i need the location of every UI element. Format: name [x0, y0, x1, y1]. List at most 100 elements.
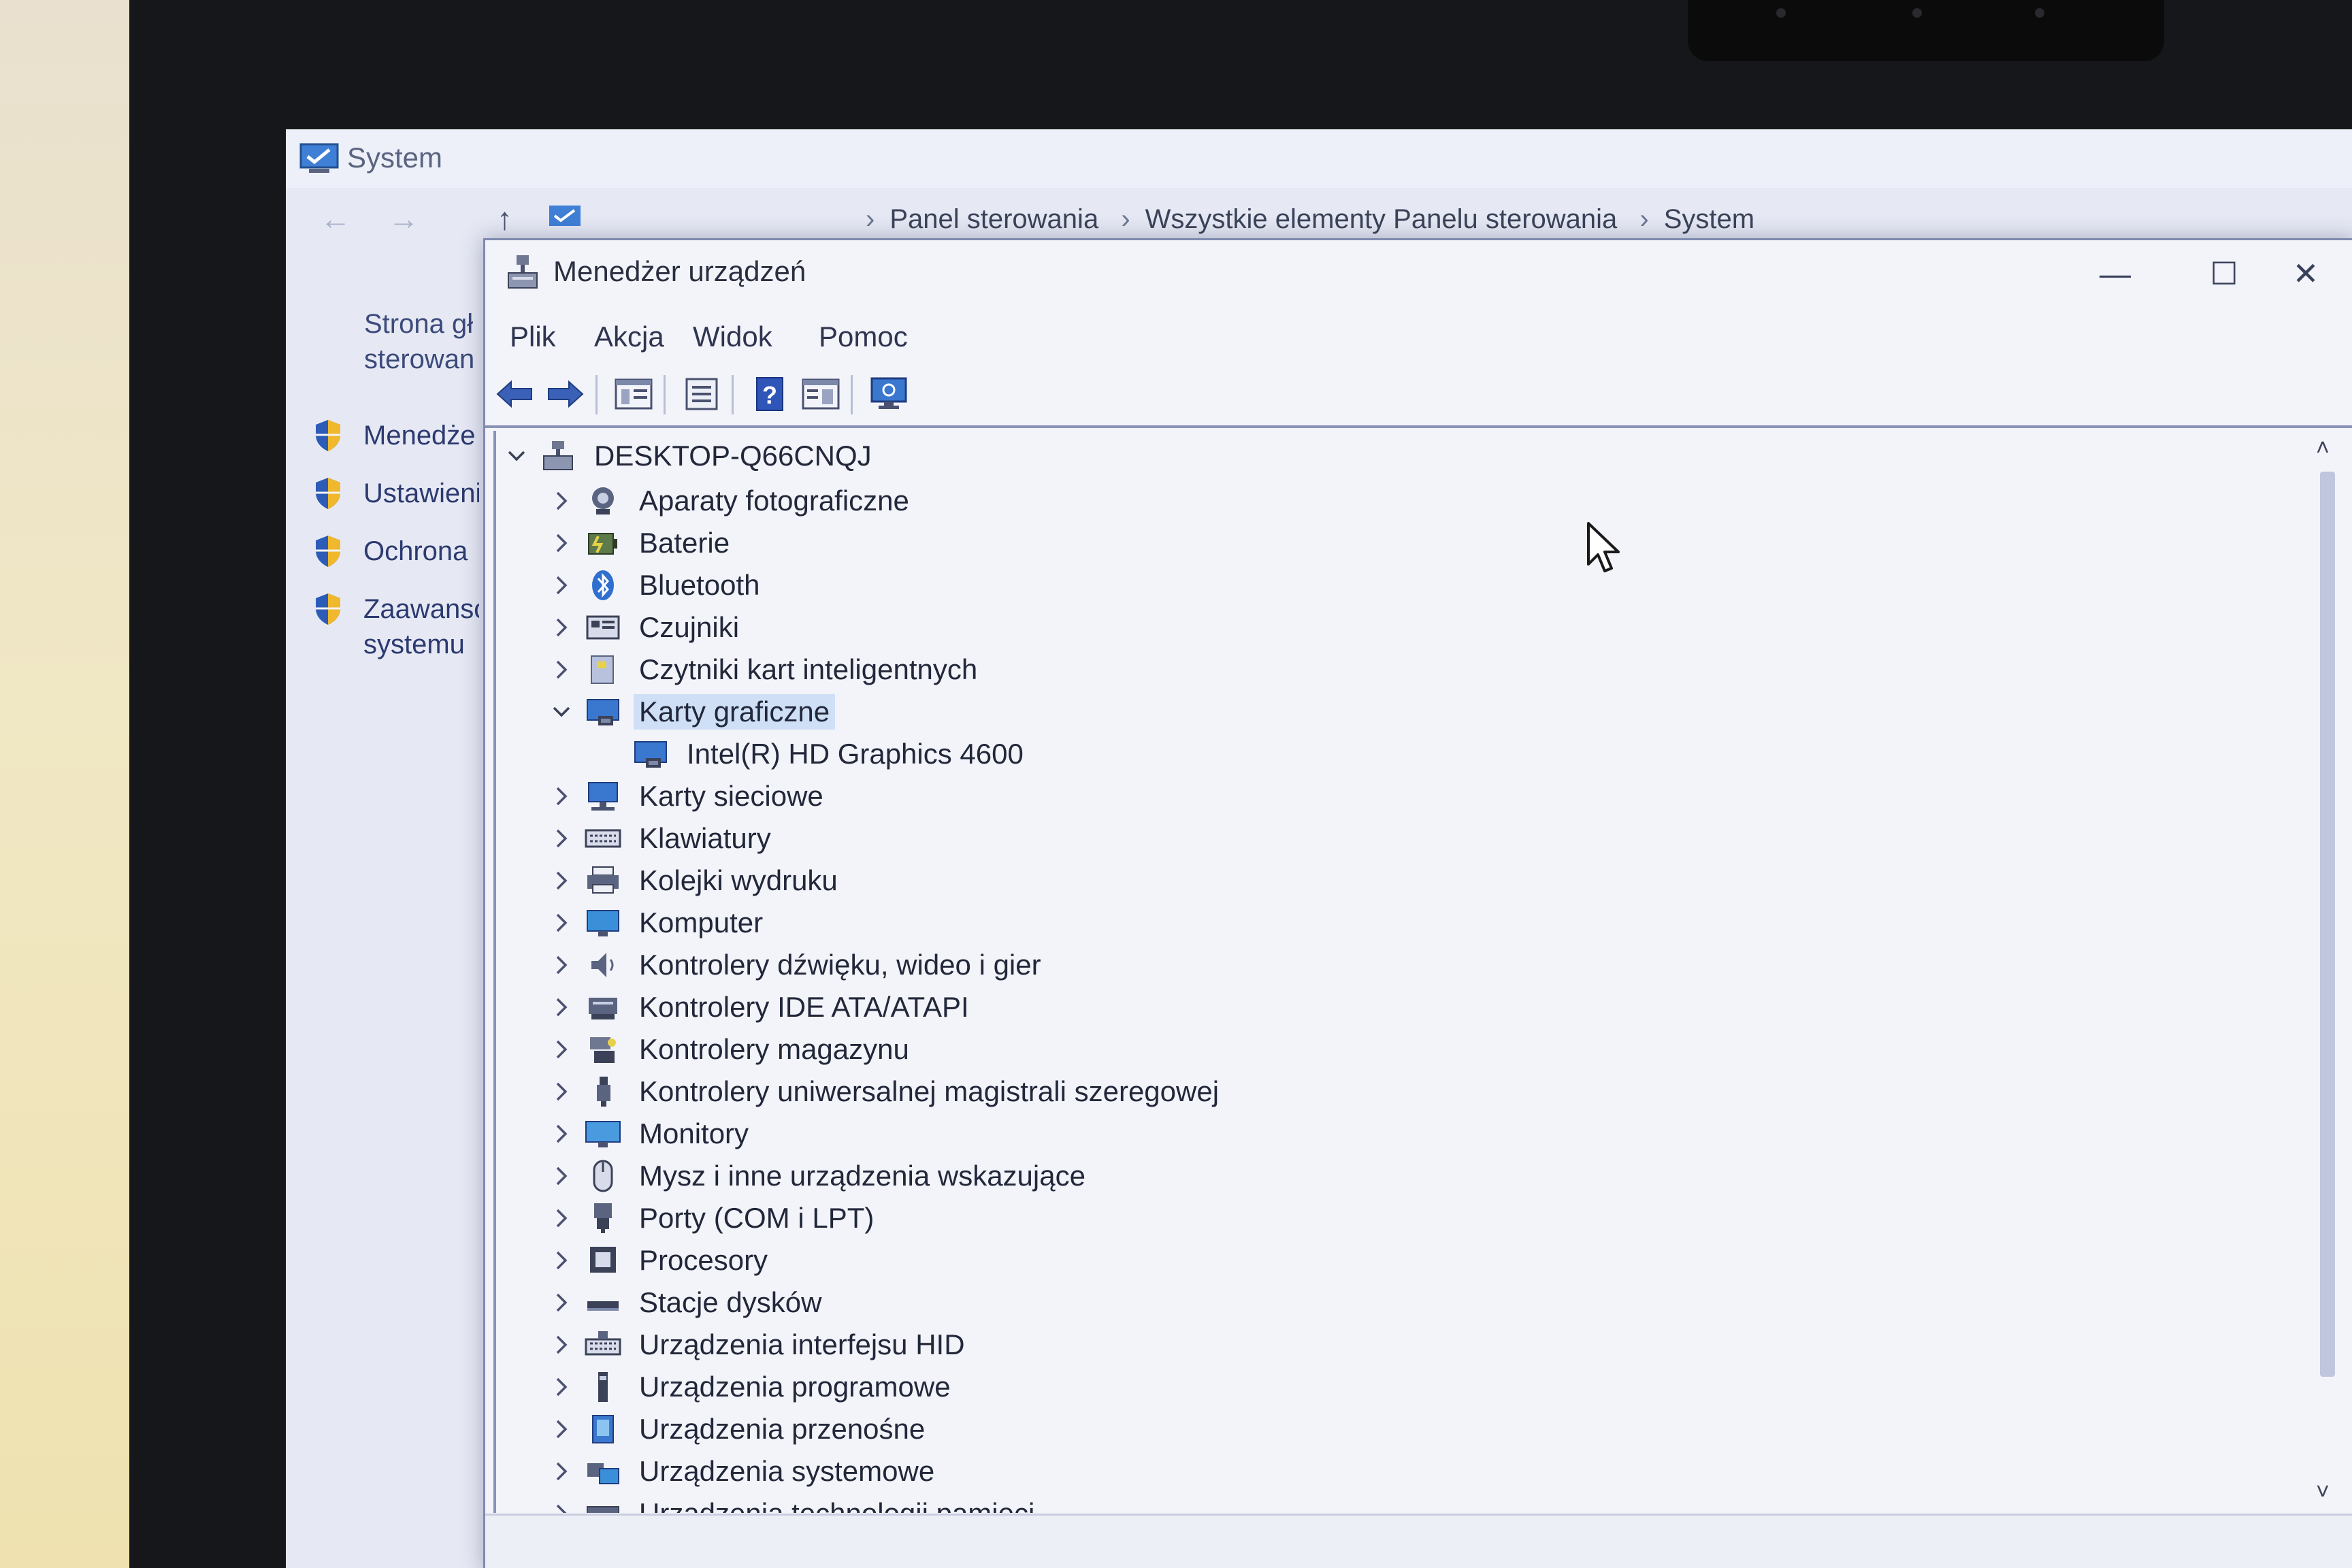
system-protection-link[interactable]: Ochrona: [313, 534, 479, 575]
chevron-right-icon[interactable]: [548, 1500, 575, 1513]
tree-category-ide[interactable]: Kontrolery IDE ATA/ATAPI: [548, 987, 975, 1027]
chevron-right-icon[interactable]: [548, 1078, 575, 1105]
tree-category-mouse[interactable]: Mysz i inne urządzenia wskazujące: [548, 1156, 1091, 1196]
action-view-icon[interactable]: [798, 374, 843, 414]
tree-category-storage[interactable]: Kontrolery magazynu: [548, 1030, 915, 1069]
portable-device-icon: [592, 1415, 614, 1443]
tree-category-label: Stacje dysków: [639, 1286, 822, 1318]
display-adapter-icon: [634, 741, 667, 768]
properties-icon[interactable]: [679, 374, 724, 414]
svg-text:?: ?: [762, 381, 777, 409]
advanced-settings-link-line2[interactable]: systemu: [363, 630, 465, 670]
tree-category-port[interactable]: Porty (COM i LPT): [548, 1198, 879, 1238]
menu-view[interactable]: Widok: [693, 321, 772, 353]
chevron-right-icon[interactable]: [548, 951, 575, 979]
system-window-titlebar: System: [286, 129, 2352, 188]
chevron-right-icon[interactable]: [548, 909, 575, 936]
tree-category-processor[interactable]: Procesory: [548, 1241, 773, 1280]
device-manager-icon: [508, 255, 538, 289]
tree-category-printer[interactable]: Kolejki wydruku: [548, 861, 843, 900]
chevron-right-icon[interactable]: [548, 656, 575, 683]
help-icon[interactable]: ?: [747, 374, 792, 414]
tree-category-disk[interactable]: Stacje dysków: [548, 1283, 827, 1322]
tree-category-display-adapter[interactable]: Karty graficzne: [548, 692, 836, 732]
tree-category-monitor[interactable]: Monitory: [548, 1114, 754, 1154]
device-manager-window: Menedżer urządzeń — ☐ ✕ Plik Akcja Widok…: [483, 238, 2352, 1568]
chevron-right-icon[interactable]: [548, 1416, 575, 1443]
chevron-right-icon[interactable]: [548, 1458, 575, 1485]
chevron-right-icon[interactable]: [548, 487, 575, 514]
chevron-right-icon[interactable]: [548, 1120, 575, 1147]
tree-category-memory[interactable]: Urządzenia technologii pamięci: [548, 1494, 1040, 1513]
monitor-scan-icon[interactable]: [866, 374, 911, 414]
scroll-up-arrow-icon[interactable]: ˄: [2316, 435, 2330, 461]
chevron-right-icon[interactable]: [548, 1289, 575, 1316]
chevron-right-icon[interactable]: [548, 1036, 575, 1063]
tree-device-item[interactable]: Intel(R) HD Graphics 4600: [632, 734, 1029, 774]
breadcrumb-item[interactable]: System: [1664, 204, 1754, 234]
chevron-right-icon[interactable]: [548, 1331, 575, 1358]
chevron-right-icon[interactable]: [548, 994, 575, 1021]
toolbar-separator: [851, 375, 853, 414]
maximize-button[interactable]: ☐: [2193, 250, 2255, 297]
menu-file[interactable]: Plik: [510, 321, 556, 353]
chevron-right-icon[interactable]: [548, 1373, 575, 1401]
back-icon[interactable]: [492, 374, 537, 414]
tree-category-bluetooth[interactable]: Bluetooth: [548, 566, 765, 605]
tree-category-system-device[interactable]: Urządzenia systemowe: [548, 1452, 940, 1491]
sound-icon: [591, 953, 614, 977]
show-hide-tree-icon[interactable]: [611, 374, 656, 414]
tree-category-portable-device[interactable]: Urządzenia przenośne: [548, 1409, 930, 1449]
chevron-right-icon[interactable]: [548, 1162, 575, 1190]
chevron-right-icon[interactable]: [548, 825, 575, 852]
tree-category-sound[interactable]: Kontrolery dźwięku, wideo i gier: [548, 945, 1047, 985]
minimize-button[interactable]: —: [2085, 250, 2146, 297]
tree-category-camera[interactable]: Aparaty fotograficzne: [548, 481, 915, 521]
scroll-down-arrow-icon[interactable]: ˅: [2316, 1479, 2330, 1505]
tree-category-label: Urządzenia programowe: [639, 1371, 951, 1403]
chevron-right-icon[interactable]: [548, 867, 575, 894]
bluetooth-icon: [592, 570, 614, 600]
chevron-down-icon[interactable]: [548, 698, 575, 725]
link-label: Zaawanso: [363, 593, 479, 624]
tree-category-label: Komputer: [639, 906, 764, 938]
forward-arrow-icon[interactable]: →: [388, 200, 419, 237]
tree-category-hid[interactable]: Urządzenia interfejsu HID: [548, 1325, 970, 1365]
tree-category-smartcard[interactable]: Czytniki kart inteligentnych: [548, 650, 983, 689]
chevron-right-icon[interactable]: [548, 529, 575, 557]
breadcrumb-item[interactable]: Panel sterowania: [889, 204, 1098, 234]
forward-icon[interactable]: [543, 374, 588, 414]
system-device-icon: [587, 1463, 619, 1484]
up-arrow-icon[interactable]: ↑: [497, 200, 512, 237]
tree-category-usb[interactable]: Kontrolery uniwersalnej magistrali szere…: [548, 1072, 1224, 1111]
breadcrumb-item[interactable]: Wszystkie elementy Panelu sterowania: [1145, 204, 1618, 234]
remote-settings-link[interactable]: Ustawieni: [313, 476, 479, 517]
tree-category-label: Aparaty fotograficzne: [639, 485, 909, 517]
vertical-scrollbar[interactable]: ˄ ˅: [2309, 431, 2346, 1520]
back-arrow-icon[interactable]: ←: [320, 200, 351, 237]
chevron-right-icon[interactable]: [548, 783, 575, 810]
chevron-down-icon[interactable]: [503, 442, 530, 470]
chevron-right-icon[interactable]: [548, 572, 575, 599]
tree-category-software-device[interactable]: Urządzenia programowe: [548, 1367, 956, 1407]
tree-category-computer[interactable]: Komputer: [548, 903, 768, 943]
chevron-right-icon[interactable]: [548, 1247, 575, 1274]
tree-category-network[interactable]: Karty sieciowe: [548, 777, 829, 816]
chevron-right-icon[interactable]: [548, 1205, 575, 1232]
close-button[interactable]: ✕: [2275, 250, 2336, 297]
menu-action[interactable]: Akcja: [594, 321, 664, 353]
shield-icon: [316, 478, 340, 509]
ide-icon: [589, 998, 617, 1019]
device-manager-link[interactable]: Menedże: [313, 419, 479, 459]
advanced-settings-link[interactable]: Zaawanso: [313, 592, 479, 633]
menu-help[interactable]: Pomoc: [819, 321, 908, 353]
scrollbar-thumb[interactable]: [2320, 472, 2335, 1377]
tree-category-label: Kontrolery IDE ATA/ATAPI: [639, 991, 969, 1023]
usb-icon: [597, 1077, 610, 1107]
tree-category-battery[interactable]: Baterie: [548, 523, 735, 563]
tree-root[interactable]: DESKTOP-Q66CNQJ: [503, 436, 877, 476]
chevron-right-icon[interactable]: [548, 614, 575, 641]
link-label: Menedże: [363, 420, 476, 451]
tree-category-sensor[interactable]: Czujniki: [548, 608, 745, 647]
tree-category-keyboard[interactable]: Klawiatury: [548, 819, 777, 858]
